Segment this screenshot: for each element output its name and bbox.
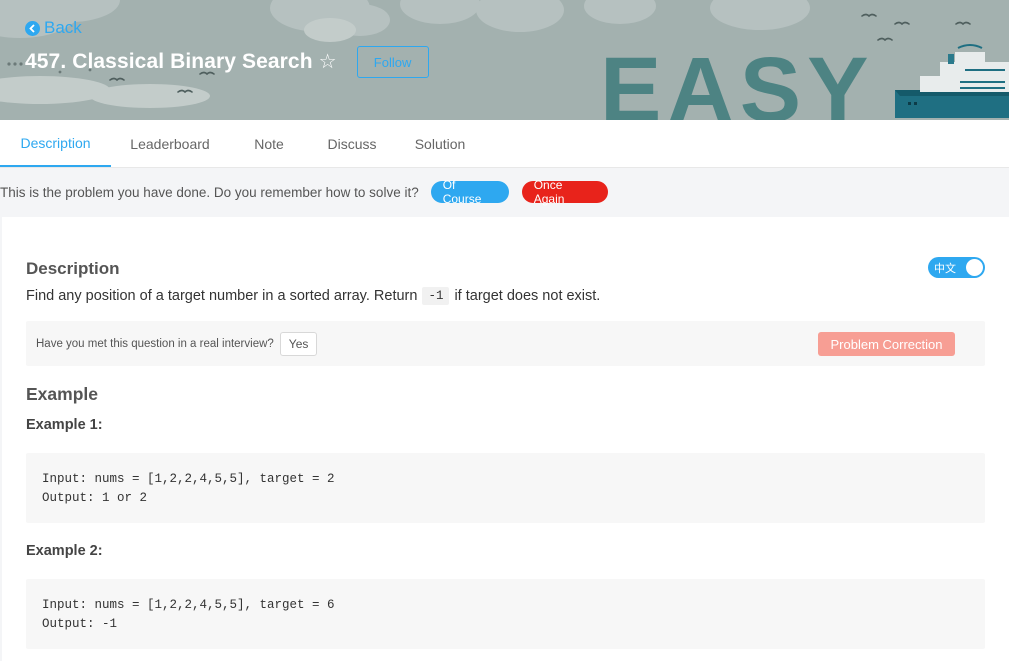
problem-correction-button[interactable]: Problem Correction: [818, 332, 955, 356]
tab-leaderboard[interactable]: Leaderboard: [120, 120, 220, 167]
example-1-code: Input: nums = [1,2,2,4,5,5], target = 2 …: [26, 453, 985, 523]
problem-tabs: Description Leaderboard Note Discuss Sol…: [0, 120, 1009, 168]
description-heading: Description: [26, 259, 120, 278]
example-1-output: Output: 1 or 2: [42, 491, 148, 505]
once-again-button[interactable]: Once Again: [521, 178, 608, 206]
tab-note[interactable]: Note: [244, 120, 294, 167]
interview-question-text: Have you met this question in a real int…: [36, 337, 274, 350]
interview-question: Have you met this question in a real int…: [36, 321, 318, 366]
example-2-title: Example 2:: [26, 543, 103, 559]
example-2-code: Input: nums = [1,2,2,4,5,5], target = 6 …: [26, 579, 985, 649]
example-heading: Example: [26, 384, 98, 404]
example-2-input: Input: nums = [1,2,2,4,5,5], target = 6: [42, 598, 335, 612]
description-text-before: Find any position of a target number in …: [26, 288, 418, 304]
example-1-title: Example 1:: [26, 417, 103, 433]
back-label: Back: [44, 18, 82, 37]
title-row: 457. Classical Binary Search ☆ Follow: [25, 46, 429, 78]
follow-button[interactable]: Follow: [356, 46, 429, 78]
of-course-button[interactable]: Of Course: [430, 178, 509, 206]
back-arrow-icon: [25, 20, 40, 36]
description-text: Find any position of a target number in …: [26, 287, 600, 305]
example-2-output: Output: -1: [42, 617, 118, 631]
solved-reminder-bar: This is the problem you have done. Do yo…: [0, 168, 1009, 216]
tab-discuss[interactable]: Discuss: [320, 120, 384, 167]
description-text-after: if target does not exist.: [454, 288, 601, 304]
difficulty-watermark: EASY: [600, 39, 875, 120]
interview-yes-button[interactable]: Yes: [279, 331, 318, 356]
language-toggle-label: 中文: [934, 262, 956, 275]
description-inline-code: -1: [422, 287, 450, 305]
tab-solution[interactable]: Solution: [406, 120, 474, 167]
interview-bar: Have you met this question in a real int…: [26, 321, 985, 366]
example-1-input: Input: nums = [1,2,2,4,5,5], target = 2: [42, 472, 335, 486]
problem-content: Description 中文 Find any position of a ta…: [2, 217, 1009, 661]
language-toggle[interactable]: 中文: [928, 257, 985, 278]
back-link[interactable]: Back: [25, 18, 82, 38]
problem-banner: EASY Back 457. Classical Binary Search ☆…: [0, 0, 1009, 120]
problem-title: 457. Classical Binary Search: [25, 50, 313, 73]
tab-description[interactable]: Description: [0, 120, 111, 167]
star-icon[interactable]: ☆: [319, 52, 337, 72]
solved-reminder-text: This is the problem you have done. Do yo…: [0, 184, 419, 200]
toggle-knob: [966, 259, 983, 276]
